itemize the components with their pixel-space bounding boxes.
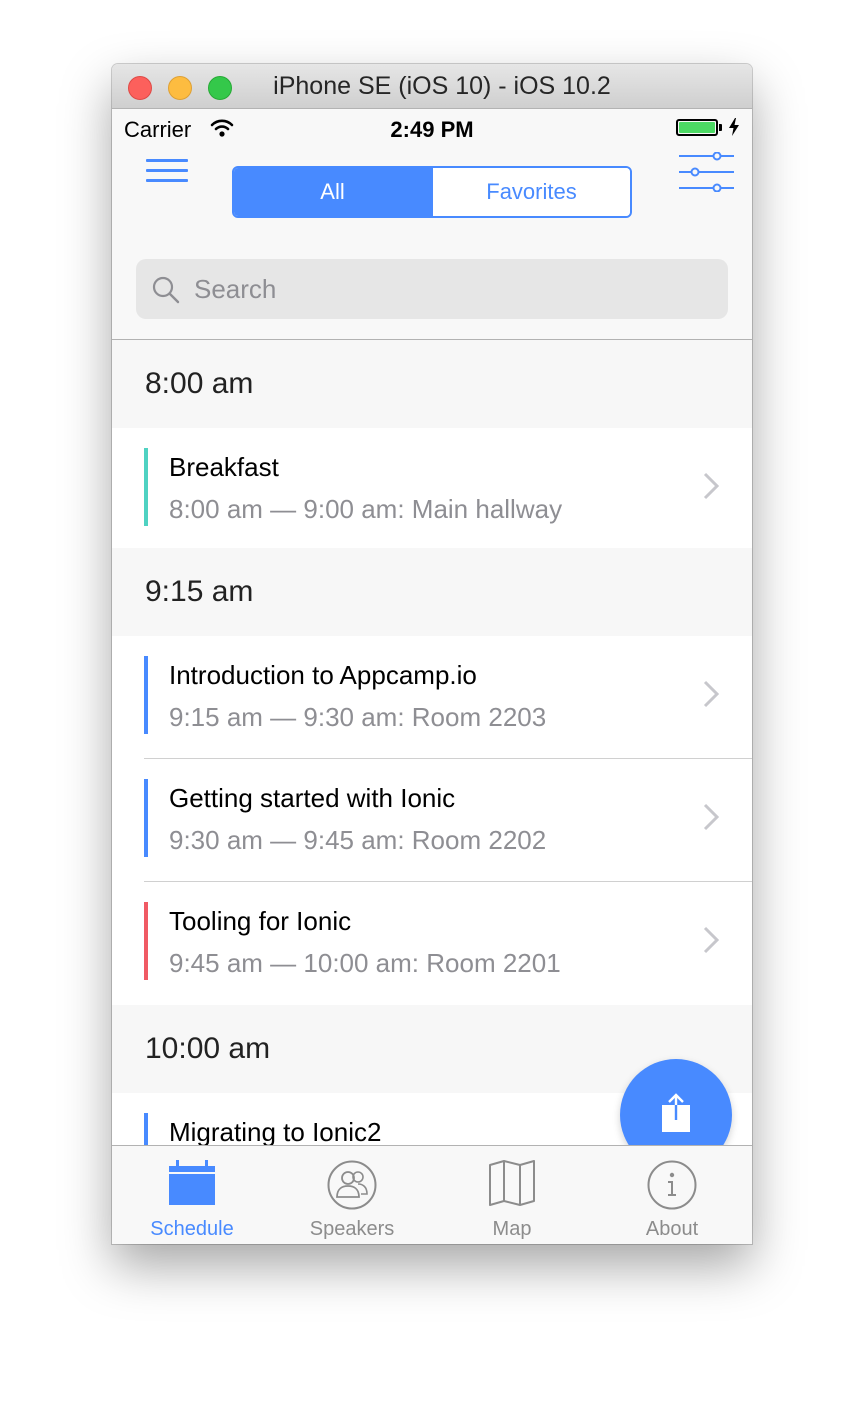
map-icon [489, 1160, 535, 1206]
time-divider: 9:15 am [112, 548, 752, 636]
filter-button[interactable] [678, 151, 736, 193]
tab-map[interactable]: Map [432, 1146, 592, 1244]
session-title: Introduction to Appcamp.io [169, 660, 477, 690]
session-title: Migrating to Ionic2 [169, 1117, 382, 1145]
battery-icon [676, 119, 718, 136]
menu-icon [146, 159, 188, 162]
search-input[interactable] [194, 259, 714, 319]
status-time: 2:49 PM [390, 117, 474, 142]
track-color-bar [144, 1113, 148, 1145]
window-titlebar: iPhone SE (iOS 10) - iOS 10.2 [112, 64, 752, 109]
segment-favorites-button[interactable]: Favorites [431, 168, 630, 216]
tab-speakers[interactable]: Speakers [272, 1146, 432, 1244]
chevron-right-icon [703, 472, 719, 500]
session-item[interactable]: Getting started with Ionic 9:30 am — 9:4… [112, 759, 752, 882]
searchbar [136, 259, 728, 319]
track-color-bar [144, 448, 148, 526]
session-details: 9:30 am — 9:45 am: Room 2202 [169, 825, 547, 855]
session-title: Tooling for Ionic [169, 906, 352, 936]
tab-about[interactable]: About [592, 1146, 752, 1244]
time-divider: 8:00 am [112, 340, 752, 428]
contacts-icon [327, 1160, 377, 1210]
information-icon [647, 1160, 697, 1210]
search-icon [152, 276, 180, 304]
tab-bar: Schedule Speakers Map About [112, 1145, 752, 1244]
chevron-right-icon [703, 680, 719, 708]
window-title: iPhone SE (iOS 10) - iOS 10.2 [273, 72, 611, 100]
session-details: 9:45 am — 10:00 am: Room 2201 [169, 948, 561, 978]
calendar-icon [169, 1160, 215, 1205]
segment-all-button[interactable]: All [234, 168, 431, 216]
track-color-bar [144, 656, 148, 734]
tab-label: Schedule [150, 1218, 234, 1240]
share-icon [662, 1093, 690, 1132]
chevron-right-icon [703, 926, 719, 954]
session-item[interactable]: Breakfast 8:00 am — 9:00 am: Main hallwa… [112, 428, 752, 548]
tab-schedule[interactable]: Schedule [112, 1146, 272, 1244]
status-bar: Carrier 2:49 PM [112, 109, 752, 149]
session-details: 8:00 am — 9:00 am: Main hallway [169, 494, 563, 524]
battery-nub [719, 124, 722, 131]
track-color-bar [144, 779, 148, 857]
menu-button[interactable] [146, 157, 190, 187]
tab-label: About [645, 1218, 699, 1240]
session-title: Getting started with Ionic [169, 783, 456, 813]
track-color-bar [144, 902, 148, 980]
session-item[interactable]: Introduction to Appcamp.io 9:15 am — 9:3… [112, 636, 752, 759]
schedule-list: 8:00 am Breakfast 8:00 am — 9:00 am: Mai… [112, 340, 752, 1145]
schedule-segment: All Favorites [232, 166, 632, 218]
session-item[interactable]: Tooling for Ionic 9:45 am — 10:00 am: Ro… [112, 882, 752, 1005]
simulator-window: iPhone SE (iOS 10) - iOS 10.2 Carrier 2:… [112, 64, 752, 1244]
session-details: 9:15 am — 9:30 am: Room 2203 [169, 702, 547, 732]
chevron-right-icon [703, 803, 719, 831]
tab-label: Map [492, 1218, 532, 1240]
charging-bolt-icon [729, 118, 739, 136]
options-icon [679, 151, 734, 193]
device-screen: Carrier 2:49 PM All Favorites Search 8:0… [112, 109, 752, 1244]
session-title: Breakfast [169, 452, 279, 482]
tab-label: Speakers [309, 1218, 395, 1240]
